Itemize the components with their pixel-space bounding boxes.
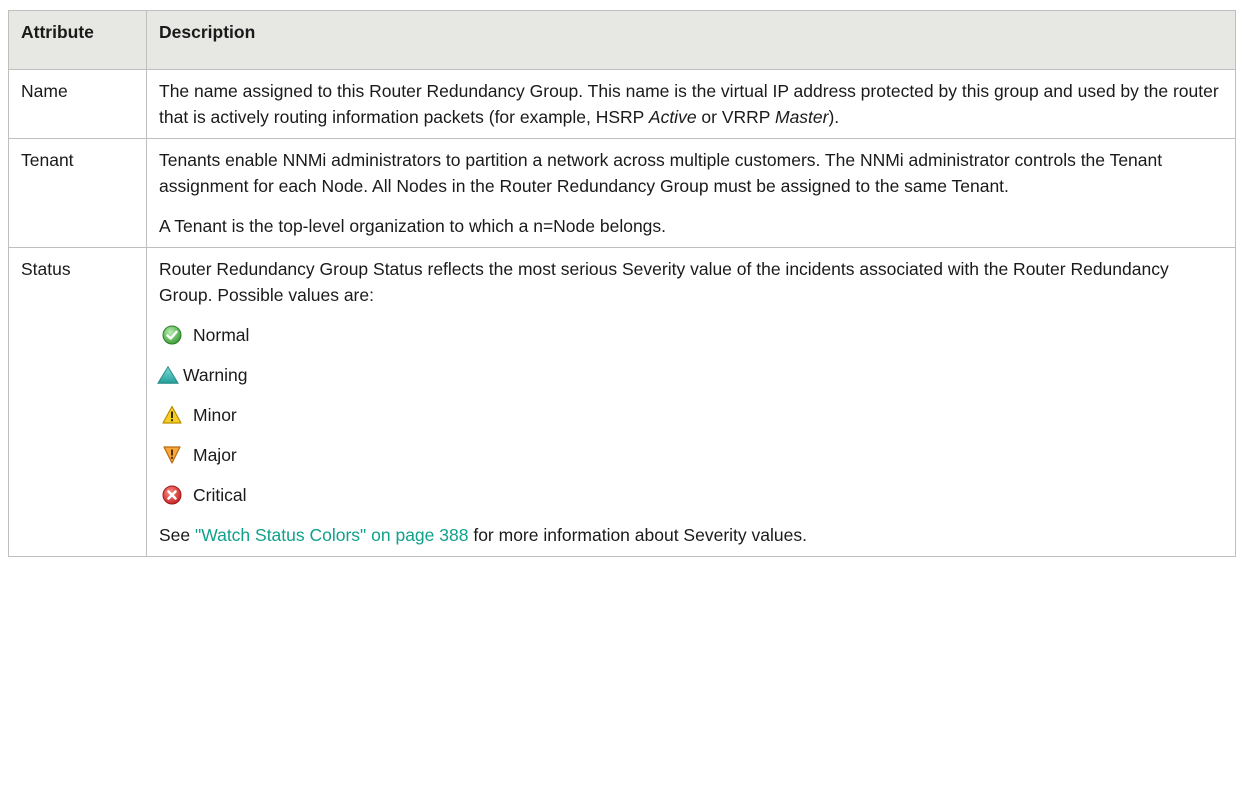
header-description: Description [146, 10, 1236, 70]
tenant-paragraph-1: Tenants enable NNMi administrators to pa… [159, 150, 1163, 196]
watch-status-colors-link[interactable]: "Watch Status Colors" on page 388 [195, 525, 468, 545]
table-row-name: Name The name assigned to this Router Re… [8, 69, 1236, 139]
severity-major: Major [159, 442, 1223, 468]
severity-minor: Minor [159, 402, 1223, 428]
description-name: The name assigned to this Router Redunda… [146, 69, 1236, 139]
see-also-prefix: See [159, 525, 195, 545]
emphasis-active: Active [648, 107, 697, 127]
description-status: Router Redundancy Group Status reflects … [146, 247, 1236, 557]
attribute-table: Attribute Description Name The name assi… [8, 10, 1236, 557]
table-header-row: Attribute Description [8, 10, 1236, 70]
emphasis-master: Master [775, 107, 829, 127]
severity-label-warning: Warning [183, 365, 248, 385]
critical-x-icon [161, 484, 183, 506]
description-tenant: Tenants enable NNMi administrators to pa… [146, 138, 1236, 248]
severity-warning: Warning [157, 362, 1223, 388]
status-intro: Router Redundancy Group Status reflects … [159, 259, 1169, 305]
severity-label-normal: Normal [193, 325, 250, 345]
attribute-tenant: Tenant [8, 138, 147, 248]
severity-label-minor: Minor [193, 405, 237, 425]
severity-label-major: Major [193, 445, 237, 465]
table-row-status: Status Router Redundancy Group Status re… [8, 247, 1236, 557]
description-text: or VRRP [696, 107, 775, 127]
description-text: ). [828, 107, 840, 127]
minor-warning-icon [161, 404, 183, 426]
major-down-triangle-icon [161, 444, 183, 466]
tenant-paragraph-2: A Tenant is the top-level organization t… [159, 216, 667, 236]
attribute-name: Name [8, 69, 147, 139]
see-also-suffix: for more information about Severity valu… [468, 525, 807, 545]
attribute-status: Status [8, 247, 147, 557]
severity-normal: Normal [159, 322, 1223, 348]
see-also-line: See "Watch Status Colors" on page 388 fo… [159, 522, 1223, 548]
severity-label-critical: Critical [193, 485, 247, 505]
header-attribute: Attribute [8, 10, 147, 70]
severity-critical: Critical [159, 482, 1223, 508]
table-row-tenant: Tenant Tenants enable NNMi administrator… [8, 138, 1236, 248]
warning-triangle-icon [157, 364, 179, 386]
normal-check-icon [161, 324, 183, 346]
